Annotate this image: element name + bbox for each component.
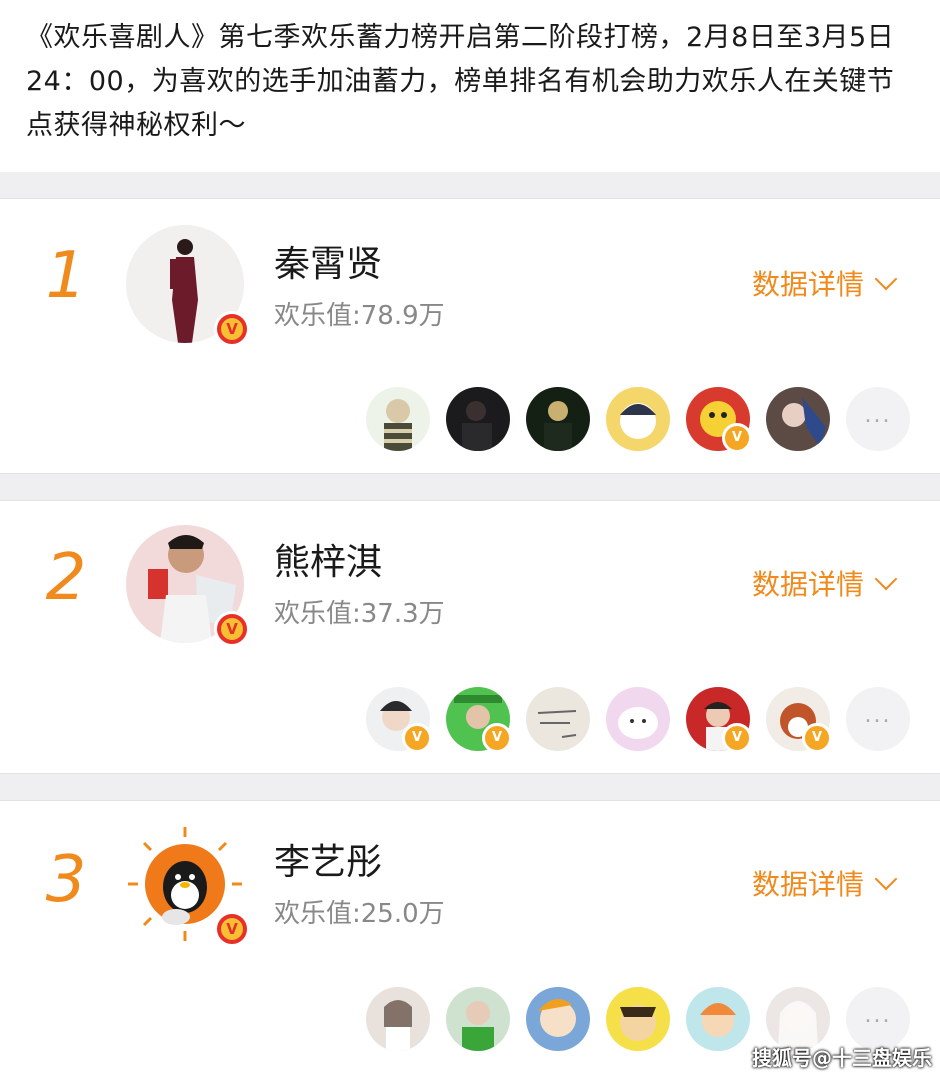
verified-icon: V bbox=[802, 723, 832, 753]
fan-avatar[interactable] bbox=[766, 387, 830, 451]
verified-icon: V bbox=[402, 723, 432, 753]
fan-avatar[interactable] bbox=[526, 387, 590, 451]
watermark: 搜狐号@十三盘娱乐 bbox=[752, 1046, 932, 1070]
rank-number: 2 bbox=[45, 541, 87, 615]
rank-card-2[interactable]: 2 V 熊梓淇 欢乐值:37.3万 数据详情 V V V V ... bbox=[0, 500, 940, 774]
verified-icon: V bbox=[214, 911, 250, 947]
chevron-down-icon bbox=[874, 267, 898, 291]
data-details-link[interactable]: 数据详情 bbox=[752, 863, 898, 903]
rank-card-3[interactable]: 3 V 李艺彤 欢乐值:25.0万 数据详情 ... bbox=[0, 800, 940, 1078]
contestant-name: 李艺彤 bbox=[274, 842, 383, 883]
fan-avatar[interactable] bbox=[606, 987, 670, 1051]
fan-avatar[interactable] bbox=[446, 387, 510, 451]
contestant-name: 秦霄贤 bbox=[274, 244, 383, 285]
fan-avatar[interactable] bbox=[446, 987, 510, 1051]
verified-icon: V bbox=[214, 311, 250, 347]
contestant-name: 熊梓淇 bbox=[274, 542, 383, 583]
verified-icon: V bbox=[722, 423, 752, 453]
verified-icon: V bbox=[214, 611, 250, 647]
verified-icon: V bbox=[722, 723, 752, 753]
more-fans-button[interactable]: ... bbox=[846, 687, 910, 751]
rank-number: 3 bbox=[45, 843, 87, 917]
rank-card-1[interactable]: 1 V 秦霄贤 欢乐值:78.9万 数据详情 V ... bbox=[0, 198, 940, 474]
fan-avatar[interactable] bbox=[526, 987, 590, 1051]
data-details-link[interactable]: 数据详情 bbox=[752, 263, 898, 303]
data-details-link[interactable]: 数据详情 bbox=[752, 563, 898, 603]
fan-avatar[interactable] bbox=[526, 687, 590, 751]
contestant-score: 欢乐值:37.3万 bbox=[274, 599, 445, 629]
contestant-score: 欢乐值:78.9万 bbox=[274, 301, 445, 331]
fan-avatar[interactable] bbox=[686, 987, 750, 1051]
fan-avatar[interactable] bbox=[606, 687, 670, 751]
fan-avatar[interactable] bbox=[366, 387, 430, 451]
intro-panel: 《欢乐喜剧人》第七季欢乐蓄力榜开启第二阶段打榜，2月8日至3月5日24：00，为… bbox=[0, 0, 940, 172]
more-fans-button[interactable]: ... bbox=[846, 387, 910, 451]
rank-number: 1 bbox=[45, 239, 87, 313]
verified-icon: V bbox=[482, 723, 512, 753]
contestant-score: 欢乐值:25.0万 bbox=[274, 899, 445, 929]
fan-avatar[interactable] bbox=[606, 387, 670, 451]
chevron-down-icon bbox=[874, 867, 898, 891]
intro-text: 《欢乐喜剧人》第七季欢乐蓄力榜开启第二阶段打榜，2月8日至3月5日24：00，为… bbox=[26, 22, 895, 141]
fan-avatar[interactable] bbox=[366, 987, 430, 1051]
chevron-down-icon bbox=[874, 567, 898, 591]
